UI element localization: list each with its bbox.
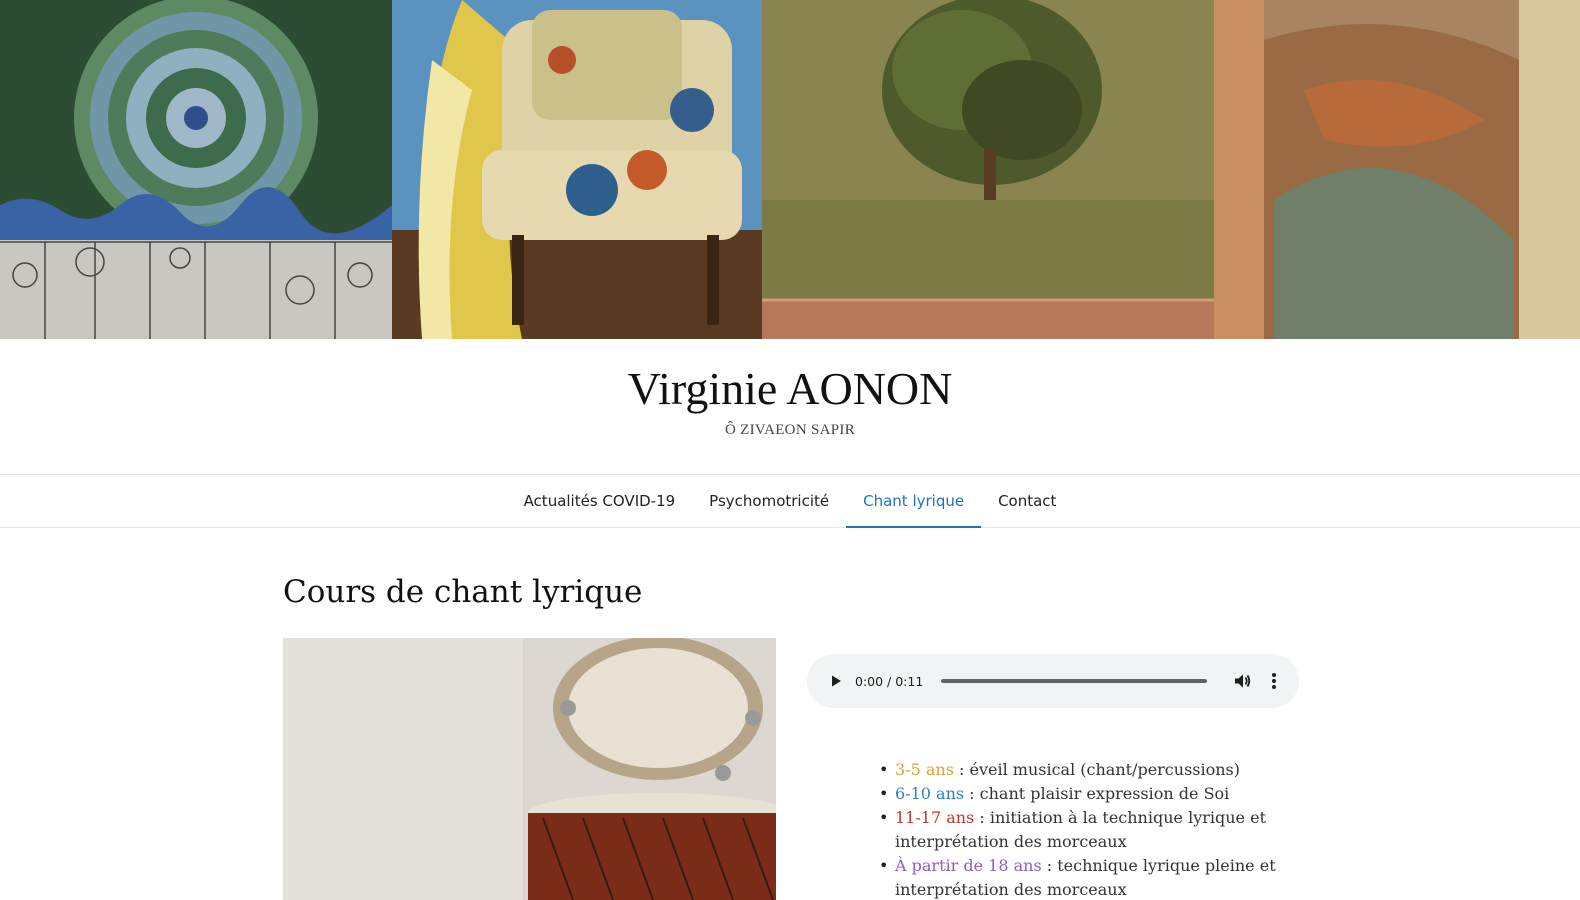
volume-icon: [1235, 674, 1251, 688]
age-label: 6-10 ans: [895, 784, 965, 803]
age-description: éveil musical (chant/percussions): [969, 760, 1240, 779]
audio-seek-bar[interactable]: [941, 679, 1207, 683]
age-separator: :: [974, 808, 990, 827]
age-groups-list: 3-5 ans : éveil musical (chant/percussio…: [879, 758, 1295, 900]
age-description: chant plaisir expression de Soi: [979, 784, 1230, 803]
nav-item-chant-lyrique[interactable]: Chant lyrique: [846, 475, 982, 528]
nav-item-psychomotricite[interactable]: Psychomotricité: [692, 475, 846, 527]
site-tagline: Ô ZIVAEON SAPIR: [724, 422, 856, 438]
banner-mosaic-plate: [0, 0, 392, 339]
nav-item-contact[interactable]: Contact: [981, 475, 1073, 527]
age-separator: :: [964, 784, 980, 803]
list-item: 11-17 ans : initiation à la technique ly…: [879, 806, 1295, 854]
banner-tree-fresco: [762, 0, 1214, 339]
more-vert-icon: [1272, 673, 1276, 689]
main-navigation: Actualités COVID-19 Psychomotricité Chan…: [0, 474, 1580, 528]
nav-list: Actualités COVID-19 Psychomotricité Chan…: [0, 475, 1580, 528]
audio-time: 0:00 / 0:11: [855, 673, 924, 689]
site-title[interactable]: Virginie AONON: [0, 362, 1580, 415]
banner-lace-textile: [1214, 0, 1580, 339]
list-item: 6-10 ans : chant plaisir expression de S…: [879, 782, 1295, 806]
age-label: 11-17 ans: [895, 808, 975, 827]
audio-player: 0:00 / 0:11: [807, 654, 1299, 708]
more-options-button[interactable]: [1263, 670, 1285, 692]
age-separator: :: [1041, 856, 1058, 875]
age-label: À partir de 18 ans: [895, 856, 1042, 875]
tambourine-djembe-image: [283, 638, 776, 900]
age-label: 3-5 ans: [895, 760, 954, 779]
banner-floral-armchair: [392, 0, 762, 339]
list-item: À partir de 18 ans : technique lyrique p…: [879, 854, 1295, 900]
play-button[interactable]: [827, 672, 845, 690]
list-item: 3-5 ans : éveil musical (chant/percussio…: [879, 758, 1295, 782]
nav-item-actualites-covid[interactable]: Actualités COVID-19: [507, 475, 693, 527]
header-banner: [0, 0, 1580, 339]
volume-button[interactable]: [1231, 670, 1253, 692]
page-title: Cours de chant lyrique: [283, 574, 643, 610]
age-separator: :: [953, 760, 970, 779]
play-icon: [832, 675, 841, 687]
